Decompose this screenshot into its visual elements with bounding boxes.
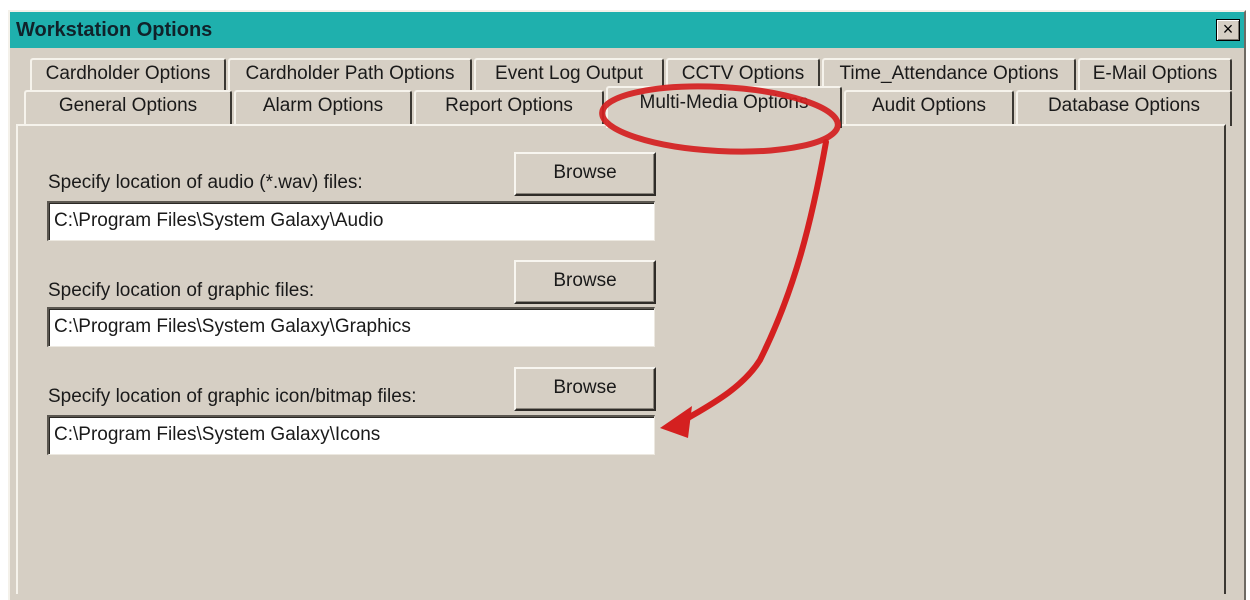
tab-label: Time_Attendance Options bbox=[839, 63, 1059, 84]
audio-location-label: Specify location of audio (*.wav) files: bbox=[48, 172, 363, 193]
tab-label: Report Options bbox=[445, 95, 573, 116]
tab-label: Alarm Options bbox=[262, 95, 384, 116]
graphic-path-input[interactable]: C:\Program Files\System Galaxy\Graphics bbox=[47, 307, 655, 347]
tab-label: Cardholder Options bbox=[45, 63, 211, 84]
tab-alarm-options[interactable]: Alarm Options bbox=[234, 90, 412, 126]
audio-path-input[interactable]: C:\Program Files\System Galaxy\Audio bbox=[47, 201, 655, 241]
audio-browse-button[interactable]: Browse bbox=[514, 152, 656, 196]
tab-label: Audit Options bbox=[871, 95, 987, 116]
tab-database-options[interactable]: Database Options bbox=[1016, 90, 1232, 126]
close-icon: × bbox=[1222, 19, 1234, 39]
tab-label: Cardholder Path Options bbox=[245, 63, 455, 84]
tab-cardholder-options[interactable]: Cardholder Options bbox=[30, 58, 226, 90]
tab-label: Multi-Media Options bbox=[639, 92, 809, 113]
tab-report-options[interactable]: Report Options bbox=[414, 90, 604, 126]
title-bar: Workstation Options × bbox=[10, 12, 1244, 48]
graphic-browse-button[interactable]: Browse bbox=[514, 260, 656, 304]
close-button[interactable]: × bbox=[1216, 19, 1240, 41]
window-title: Workstation Options bbox=[16, 19, 213, 41]
tab-label: E-Mail Options bbox=[1092, 63, 1218, 84]
tab-multi-media-options[interactable]: Multi-Media Options bbox=[606, 86, 842, 128]
tab-label: General Options bbox=[58, 95, 198, 116]
tab-label: Database Options bbox=[1047, 95, 1201, 116]
tab-general-options[interactable]: General Options bbox=[24, 90, 232, 126]
tab-time-attendance-options[interactable]: Time_Attendance Options bbox=[822, 58, 1076, 90]
icon-location-label: Specify location of graphic icon/bitmap … bbox=[48, 386, 417, 407]
tab-cardholder-path-options[interactable]: Cardholder Path Options bbox=[228, 58, 472, 90]
tab-email-options[interactable]: E-Mail Options bbox=[1078, 58, 1232, 90]
tab-label: CCTV Options bbox=[681, 63, 805, 84]
graphic-location-label: Specify location of graphic files: bbox=[48, 280, 315, 301]
icon-browse-button[interactable]: Browse bbox=[514, 367, 656, 411]
tab-label: Event Log Output bbox=[495, 63, 643, 84]
icon-path-input[interactable]: C:\Program Files\System Galaxy\Icons bbox=[47, 415, 655, 455]
tab-audit-options[interactable]: Audit Options bbox=[844, 90, 1014, 126]
